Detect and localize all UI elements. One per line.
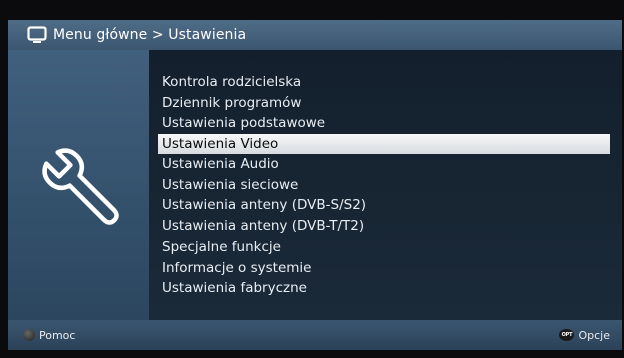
header-bar: Menu główne > Ustawienia — [8, 20, 622, 50]
menu-item-ustawienia-video[interactable]: Ustawienia Video — [158, 134, 610, 155]
menu-item-informacje-o-systemie[interactable]: Informacje o systemie — [149, 258, 622, 279]
help-hint[interactable]: Pomoc — [23, 329, 75, 342]
opt-button-icon: OPT — [559, 329, 575, 341]
help-label: Pomoc — [39, 328, 76, 342]
menu-item-ustawienia-anteny-dvb-s[interactable]: Ustawienia anteny (DVB-S/S2) — [149, 195, 622, 216]
menu-item-ustawienia-fabryczne[interactable]: Ustawienia fabryczne — [149, 278, 622, 299]
menu-panel: Kontrola rodzicielska Dziennik programów… — [149, 50, 622, 320]
tv-menu-screen: Menu główne > Ustawienia Kontrola rodzic… — [0, 0, 624, 358]
options-hint[interactable]: OPT Opcje — [559, 329, 610, 342]
wrench-icon — [36, 142, 126, 232]
menu-item-specjalne-funkcje[interactable]: Specjalne funkcje — [149, 237, 622, 258]
tv-icon — [27, 25, 47, 45]
settings-menu-list: Kontrola rodzicielska Dziennik programów… — [149, 72, 622, 299]
menu-item-dziennik-programow[interactable]: Dziennik programów — [149, 93, 622, 114]
menu-item-ustawienia-anteny-dvb-t[interactable]: Ustawienia anteny (DVB-T/T2) — [149, 216, 622, 237]
menu-item-ustawienia-podstawowe[interactable]: Ustawienia podstawowe — [149, 113, 622, 134]
breadcrumb: Menu główne > Ustawienia — [53, 27, 247, 43]
sidebar-panel — [8, 50, 149, 320]
footer-bar: Pomoc OPT Opcje — [8, 320, 622, 350]
menu-item-ustawienia-sieciowe[interactable]: Ustawienia sieciowe — [149, 175, 622, 196]
help-button-icon — [23, 329, 35, 341]
menu-item-ustawienia-audio[interactable]: Ustawienia Audio — [149, 154, 622, 175]
menu-item-kontrola-rodzicielska[interactable]: Kontrola rodzicielska — [149, 72, 622, 93]
options-label: Opcje — [578, 328, 610, 342]
